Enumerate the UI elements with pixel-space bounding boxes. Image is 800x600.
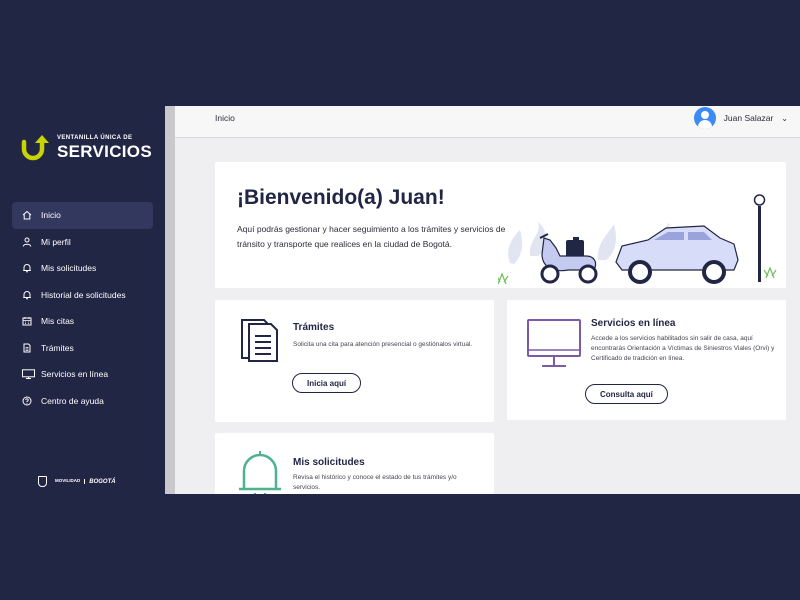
- footer-logos: MOVILIDAD BOGOTÁ: [38, 476, 116, 487]
- tramites-card: Trámites Solicita una cita para atención…: [215, 300, 494, 422]
- sidebar-item-label: Trámites: [41, 342, 74, 353]
- monitor-icon: [527, 319, 581, 367]
- main-content: Inicio Juan Salazar ⌄ ¡Bienvenido(a) Jua…: [175, 106, 800, 494]
- sidebar-item-label: Mis citas: [41, 316, 75, 327]
- bogota-shield-logo: [38, 476, 47, 487]
- bell-icon: [22, 290, 32, 300]
- solicitudes-title: Mis solicitudes: [293, 457, 365, 468]
- sidebar-item-inicio[interactable]: Inicio: [12, 202, 153, 229]
- sidebar-item-servicios-en-linea[interactable]: Servicios en línea: [12, 361, 153, 388]
- solicitudes-text: Revisa el histórico y conoce el estado d…: [293, 474, 457, 491]
- bogota-logo: BOGOTÁ: [89, 478, 116, 485]
- sidebar-item-tramites[interactable]: Trámites: [12, 335, 153, 362]
- avatar[interactable]: [693, 107, 716, 129]
- app-window: VENTANILLA ÚNICA DE SERVICIOS Inicio Mi …: [0, 106, 800, 494]
- document-icon: [22, 343, 32, 353]
- sidebar-item-mi-perfil[interactable]: Mi perfil: [12, 229, 153, 256]
- sidebar-item-centro-de-ayuda[interactable]: Centro de ayuda: [12, 388, 153, 415]
- sidebar-item-label: Mis solicitudes: [41, 263, 97, 274]
- sidebar-item-mis-solicitudes[interactable]: Mis solicitudes: [12, 255, 153, 282]
- sidebar-item-historial-solicitudes[interactable]: Historial de solicitudes: [12, 282, 153, 309]
- logo-subtitle: VENTANILLA ÚNICA DE: [57, 134, 133, 141]
- breadcrumb[interactable]: Inicio: [215, 113, 235, 123]
- chevron-down-icon[interactable]: ⌄: [781, 114, 788, 123]
- consulta-aqui-button[interactable]: Consulta aquí: [585, 384, 668, 404]
- bell-icon: [22, 263, 32, 273]
- app-logo[interactable]: VENTANILLA ÚNICA DE SERVICIOS: [20, 132, 152, 162]
- solicitudes-card: Mis solicitudes Revisa el histórico y co…: [215, 433, 494, 494]
- servicios-card: Servicios en línea Accede a los servicio…: [507, 300, 786, 420]
- sidebar-item-label: Servicios en línea: [41, 369, 109, 380]
- welcome-card: ¡Bienvenido(a) Juan! Aquí podrás gestion…: [215, 162, 786, 288]
- welcome-text: Aquí podrás gestionar y hacer seguimient…: [237, 224, 506, 249]
- user-name[interactable]: Juan Salazar: [724, 113, 774, 123]
- inicia-aqui-button[interactable]: Inicia aquí: [292, 373, 362, 393]
- movilidad-logo: MOVILIDAD: [55, 478, 86, 484]
- sidebar: VENTANILLA ÚNICA DE SERVICIOS Inicio Mi …: [0, 106, 165, 494]
- monitor-icon: [22, 369, 35, 380]
- documents-icon: [241, 319, 278, 362]
- sidebar-item-label: Historial de solicitudes: [41, 289, 126, 300]
- help-icon: [22, 396, 32, 406]
- sidebar-nav: Inicio Mi perfil Mis solicitudes Histori…: [12, 202, 153, 414]
- user-menu[interactable]: Juan Salazar ⌄: [693, 107, 788, 129]
- user-icon: [22, 237, 32, 247]
- logo-arrow-icon: [21, 135, 49, 161]
- sidebar-scrollbar[interactable]: [165, 106, 175, 494]
- servicios-title: Servicios en línea: [591, 318, 676, 329]
- sidebar-item-label: Centro de ayuda: [41, 395, 104, 406]
- traffic-illustration-icon: [498, 194, 777, 285]
- servicios-text: Accede a los servicios habilitados sin s…: [591, 335, 775, 362]
- calendar-icon: [22, 316, 32, 326]
- sidebar-item-mis-citas[interactable]: Mis citas: [12, 308, 153, 335]
- tramites-title: Trámites: [293, 322, 335, 333]
- tramites-text: Solicita una cita para atención presenci…: [293, 341, 473, 348]
- bell-icon: [239, 451, 281, 494]
- logo-title: SERVICIOS: [57, 141, 152, 161]
- sidebar-item-label: Mi perfil: [41, 236, 71, 247]
- top-bar: Inicio Juan Salazar ⌄: [175, 106, 800, 138]
- page-title: ¡Bienvenido(a) Juan!: [237, 186, 445, 209]
- sidebar-item-label: Inicio: [41, 210, 61, 221]
- home-icon: [22, 210, 32, 220]
